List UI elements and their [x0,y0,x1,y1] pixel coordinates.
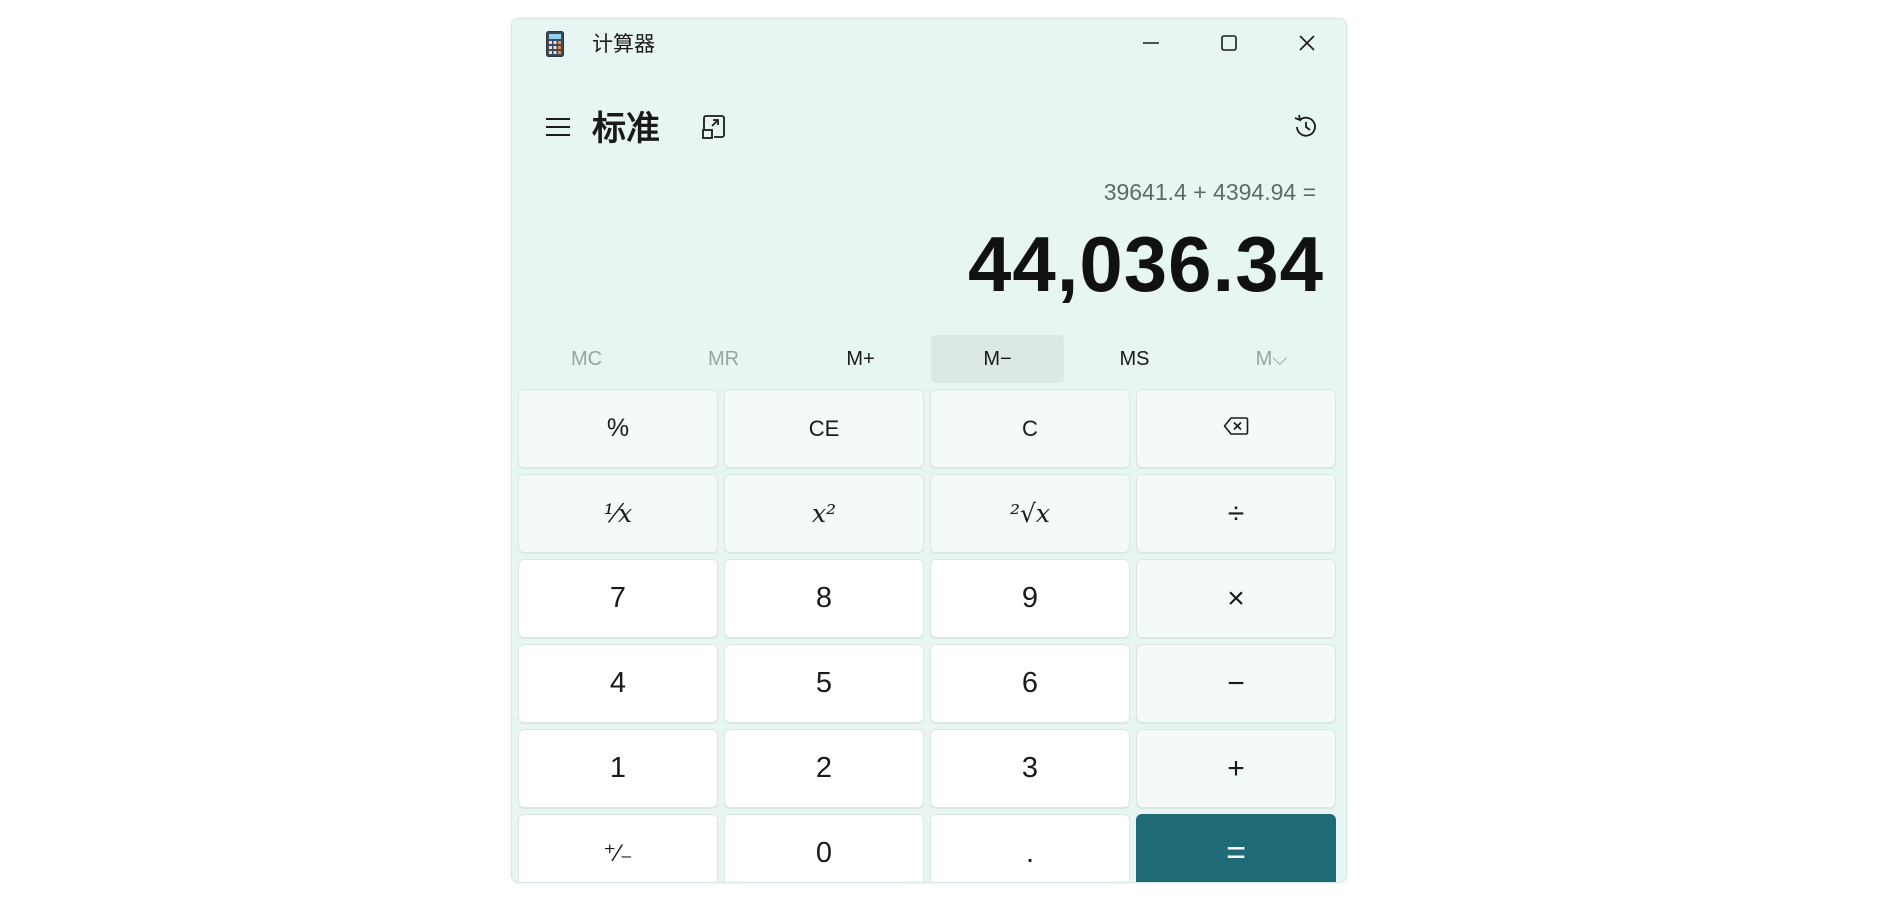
percent-key[interactable]: % [518,389,718,468]
square-label: x² [811,499,837,528]
calculator-icon [546,31,564,57]
digit-3-key[interactable]: 3 [930,729,1130,808]
digit-2-key[interactable]: 2 [724,729,924,808]
keypad: % CE C ⅟x x² ²√x ÷ 7 8 9 × 4 5 6 − 1 2 3… [518,389,1340,882]
memory-add-button[interactable]: M+ [794,335,927,383]
navigation-menu-button[interactable] [534,105,582,153]
digit-4-key[interactable]: 4 [518,644,718,723]
memory-recall-button[interactable]: MR [657,335,790,383]
digit-8-key[interactable]: 8 [724,559,924,638]
digit-9-key[interactable]: 9 [930,559,1130,638]
memory-list-button[interactable]: M⌵ [1205,335,1338,383]
square-root-key[interactable]: ²√x [930,474,1130,553]
reciprocal-key[interactable]: ⅟x [518,474,718,553]
add-key[interactable]: + [1136,729,1336,808]
memory-store-button[interactable]: MS [1068,335,1201,383]
clear-key[interactable]: C [930,389,1130,468]
history-icon [1291,112,1321,147]
close-button[interactable] [1268,19,1346,71]
digit-0-key[interactable]: 0 [724,814,924,882]
divide-key[interactable]: ÷ [1136,474,1336,553]
digit-5-key[interactable]: 5 [724,644,924,723]
minimize-button[interactable] [1112,19,1190,71]
mode-header: 标准 [512,99,1346,163]
close-icon [1297,33,1317,58]
keep-on-top-button[interactable] [690,105,738,153]
memory-clear-button[interactable]: MC [520,335,653,383]
maximize-button[interactable] [1190,19,1268,71]
history-button[interactable] [1282,105,1330,153]
digit-7-key[interactable]: 7 [518,559,718,638]
backspace-key[interactable] [1136,389,1336,468]
expression-display: 39641.4 + 4394.94 = [1103,179,1316,205]
digit-6-key[interactable]: 6 [930,644,1130,723]
memory-subtract-button[interactable]: M− [931,335,1064,383]
mode-title: 标准 [592,110,660,148]
hamburger-menu-icon [544,116,572,143]
backspace-icon [1223,414,1249,443]
reciprocal-label: ⅟x [603,499,633,528]
result-display: 44,036.34 [967,220,1324,308]
title-bar: 计算器 [512,19,1346,71]
negate-key[interactable]: ⁺∕₋ [518,814,718,882]
maximize-icon [1219,33,1239,58]
minimize-icon [1141,33,1161,58]
subtract-key[interactable]: − [1136,644,1336,723]
multiply-key[interactable]: × [1136,559,1336,638]
clear-entry-key[interactable]: CE [724,389,924,468]
square-key[interactable]: x² [724,474,924,553]
digit-1-key[interactable]: 1 [518,729,718,808]
calculator-window: 计算器 标准 39641.4 + 4394.94 = 44,036.34 MC … [511,18,1347,883]
equals-key[interactable]: = [1136,814,1336,882]
memory-row: MC MR M+ M− MS M⌵ [520,335,1338,383]
keep-on-top-icon [700,113,728,146]
decimal-point-key[interactable]: . [930,814,1130,882]
app-title: 计算器 [592,33,655,56]
square-root-label: ²√x [1009,499,1051,528]
